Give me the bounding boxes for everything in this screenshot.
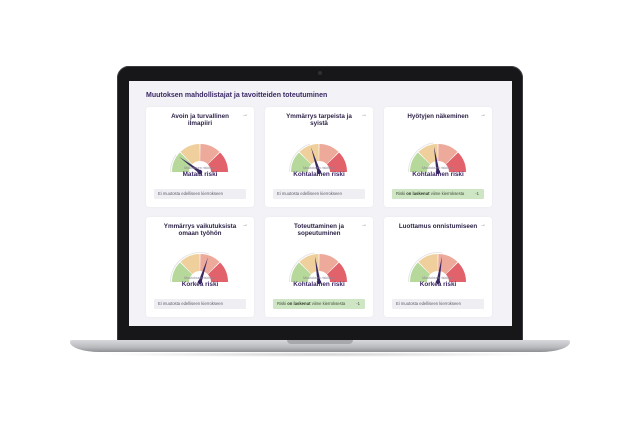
card-title: Toteuttaminen ja sopeutuminen — [294, 223, 344, 237]
risk-level-label: Korkea riski — [181, 281, 219, 288]
arrow-right-icon[interactable]: → — [480, 112, 486, 118]
laptop-shadow — [95, 352, 545, 357]
note-suffix: viime kierroksesta — [430, 191, 465, 196]
laptop-lid: Muutoksen mahdollistajat ja tavoitteiden… — [117, 66, 523, 342]
risk-card-vaikutukset-tyohon[interactable]: Ymmärrys vaikutuksista omaan työhön → Mu… — [146, 217, 254, 317]
note-emphasis: on laskenut — [287, 301, 311, 306]
risk-level-label: Kohtalainen riski — [293, 281, 345, 288]
change-note: Riski on laskenut viime kierroksesta -1 — [392, 189, 484, 199]
risk-card-avoin-ilmapiiri[interactable]: Avoin ja turvallinen ilmapiiri → Muutoks… — [146, 107, 254, 207]
change-note: Riski on laskenut viime kierroksesta -1 — [273, 299, 365, 309]
risk-level-label: Kohtalainen riski — [293, 171, 345, 178]
gauge-caption: Muutoksen riskitaso — [303, 166, 335, 170]
change-note: Ei muutosta edelliseen kierrokseen — [154, 189, 246, 199]
risk-card-hyotyjen-nakeminen[interactable]: Hyötyjen näkeminen → Muutoksen riskitaso… — [384, 107, 492, 207]
gauge-caption: Muutoksen riskitaso — [184, 276, 216, 280]
gauge-caption: Muutoksen riskitaso — [422, 276, 454, 280]
gauge-caption: Muutoksen riskitaso — [422, 166, 454, 170]
risk-level-label: Korkea riski — [419, 281, 457, 288]
card-title: Ymmärrys tarpeista ja syistä — [286, 113, 352, 127]
page-title: Muutoksen mahdollistajat ja tavoitteiden… — [146, 92, 328, 99]
note-emphasis: on laskenut — [406, 191, 430, 196]
arrow-right-icon[interactable]: → — [242, 222, 248, 228]
risk-card-ymmarrys-tarpeista[interactable]: Ymmärrys tarpeista ja syistä → Muutoksen… — [265, 107, 373, 207]
change-note: Ei muutosta edelliseen kierrokseen — [273, 189, 365, 199]
arrow-right-icon[interactable]: → — [361, 112, 367, 118]
arrow-right-icon[interactable]: → — [480, 222, 486, 228]
arrow-right-icon[interactable]: → — [361, 222, 367, 228]
note-prefix: Riski — [396, 191, 406, 196]
change-note: Ei muutosta edelliseen kierrokseen — [392, 299, 484, 309]
card-title: Avoin ja turvallinen ilmapiiri — [171, 113, 229, 127]
app-screen: Muutoksen mahdollistajat ja tavoitteiden… — [129, 81, 512, 326]
risk-level-label: Matala riski — [182, 171, 218, 178]
note-delta: -1 — [475, 191, 479, 196]
arrow-right-icon[interactable]: → — [242, 112, 248, 118]
gauge-caption: Muutoksen riskitaso — [184, 166, 216, 170]
risk-level-label: Kohtalainen riski — [412, 171, 464, 178]
note-prefix: Riski — [277, 301, 287, 306]
gauge-caption: Muutoksen riskitaso — [303, 276, 335, 280]
card-title: Ymmärrys vaikutuksista omaan työhön — [163, 223, 237, 237]
laptop-notch — [287, 340, 353, 344]
card-title: Luottamus onnistumiseen — [398, 223, 478, 230]
note-delta: -1 — [356, 301, 360, 306]
risk-card-toteuttaminen[interactable]: Toteuttaminen ja sopeutuminen → Muutokse… — [265, 217, 373, 317]
note-suffix: viime kierroksesta — [311, 301, 346, 306]
laptop-base — [70, 340, 570, 352]
change-note: Ei muutosta edelliseen kierrokseen — [154, 299, 246, 309]
card-title: Hyötyjen näkeminen — [407, 113, 469, 120]
camera — [318, 71, 322, 75]
risk-card-luottamus[interactable]: Luottamus onnistumiseen → Muutoksen risk… — [384, 217, 492, 317]
